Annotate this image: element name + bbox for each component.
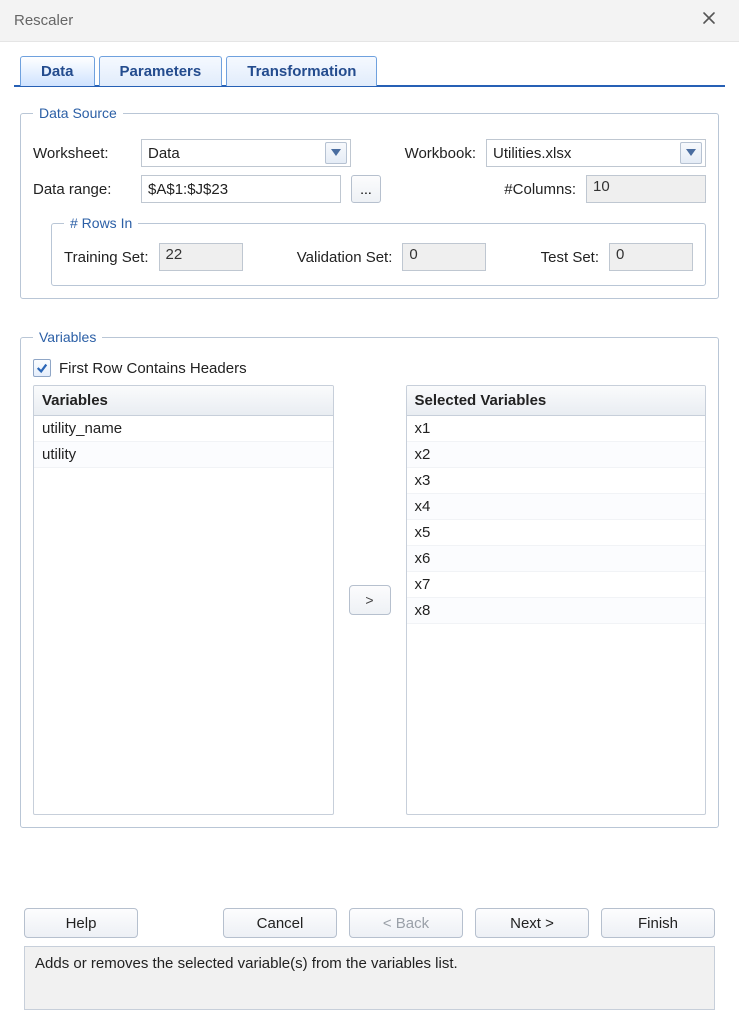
chevron-down-icon [325,142,347,164]
workbook-value: Utilities.xlsx [493,145,571,162]
data-range-input[interactable] [141,175,341,203]
first-row-headers-checkbox[interactable] [33,359,51,377]
tab-data-label: Data [41,63,74,80]
variables-list[interactable]: Variables utility_nameutility [33,385,334,815]
data-source-legend: Data Source [33,105,123,121]
list-item[interactable]: x2 [407,442,706,468]
list-item[interactable]: utility_name [34,416,333,442]
cancel-button[interactable]: Cancel [223,908,337,938]
finish-button[interactable]: Finish [601,908,715,938]
tab-bar: Data Parameters Transformation [14,56,725,86]
rows-in-group: # Rows In Training Set: 22 Validation Se… [51,215,706,286]
tab-parameters[interactable]: Parameters [99,56,223,86]
test-set-label: Test Set: [541,249,599,266]
list-item[interactable]: utility [34,442,333,468]
selected-variables-list[interactable]: Selected Variables x1x2x3x4x5x6x7x8 [406,385,707,815]
columns-label: #Columns: [504,181,576,198]
status-bar: Adds or removes the selected variable(s)… [24,946,715,1010]
back-button: < Back [349,908,463,938]
tab-parameters-label: Parameters [120,63,202,80]
next-button[interactable]: Next > [475,908,589,938]
list-item[interactable]: x3 [407,468,706,494]
variables-legend: Variables [33,329,102,345]
test-set-value: 0 [609,243,693,271]
selected-variables-list-body: x1x2x3x4x5x6x7x8 [407,416,706,814]
wizard-buttons: Help Cancel < Back Next > Finish [20,908,719,938]
columns-value: 10 [586,175,706,203]
rows-in-legend: # Rows In [64,215,138,231]
close-icon[interactable] [693,5,725,36]
variables-list-body: utility_nameutility [34,416,333,814]
data-source-group: Data Source Worksheet: Data Workbook: Ut… [20,105,719,299]
validation-set-value: 0 [402,243,486,271]
chevron-down-icon [680,142,702,164]
window-title: Rescaler [14,12,73,29]
training-set-label: Training Set: [64,249,149,266]
list-item[interactable]: x8 [407,598,706,624]
help-button[interactable]: Help [24,908,138,938]
worksheet-label: Worksheet: [33,145,131,162]
tab-data[interactable]: Data [20,56,95,86]
workbook-select[interactable]: Utilities.xlsx [486,139,706,167]
variables-group: Variables First Row Contains Headers Var… [20,329,719,828]
move-right-button[interactable]: > [349,585,391,615]
first-row-headers-label: First Row Contains Headers [59,360,247,377]
list-item[interactable]: x4 [407,494,706,520]
data-range-browse-button[interactable]: ... [351,175,381,203]
list-item[interactable]: x5 [407,520,706,546]
titlebar: Rescaler [0,0,739,42]
variables-list-header: Variables [34,386,333,416]
list-item[interactable]: x7 [407,572,706,598]
worksheet-select[interactable]: Data [141,139,351,167]
workbook-label: Workbook: [405,145,476,162]
list-item[interactable]: x1 [407,416,706,442]
validation-set-label: Validation Set: [297,249,393,266]
worksheet-value: Data [148,145,180,162]
tab-transformation[interactable]: Transformation [226,56,377,86]
training-set-value: 22 [159,243,243,271]
list-item[interactable]: x6 [407,546,706,572]
data-range-label: Data range: [33,181,131,198]
check-icon [36,362,48,374]
tab-transformation-label: Transformation [247,63,356,80]
selected-variables-list-header: Selected Variables [407,386,706,416]
